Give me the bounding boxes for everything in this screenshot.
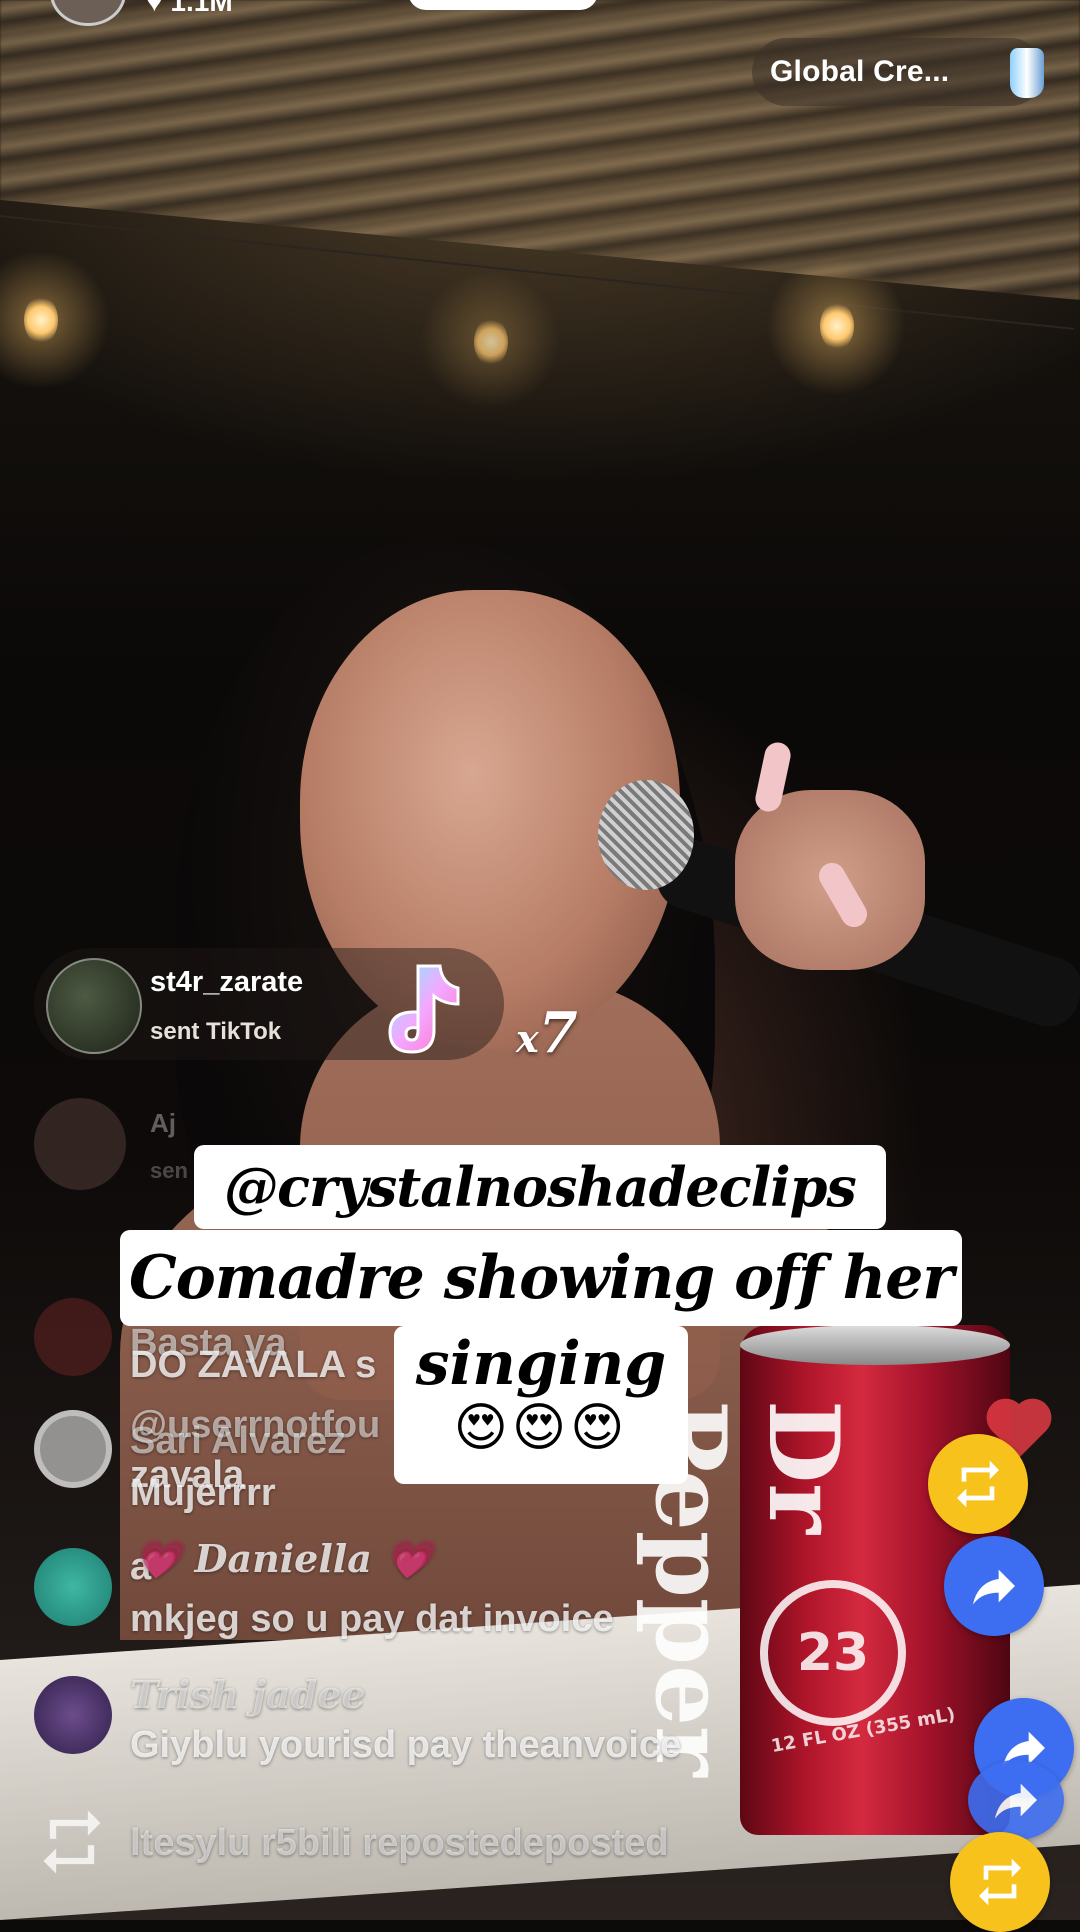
share-arrow-icon bbox=[973, 1569, 1015, 1605]
repost-icon bbox=[43, 1810, 101, 1874]
heart-icon: ♥ bbox=[146, 0, 163, 17]
comment-text: Trish jadee bbox=[130, 1672, 366, 1717]
microphone-head bbox=[598, 780, 694, 890]
ranking-label: Global Cre... bbox=[770, 55, 950, 88]
top-pill[interactable] bbox=[408, 0, 598, 10]
share-arrow-icon bbox=[995, 1783, 1037, 1819]
repost-icon bbox=[957, 1460, 999, 1508]
gift-count: x7 bbox=[516, 1000, 578, 1066]
caption-emojis: 😍😍😍 bbox=[453, 1398, 629, 1458]
comment-text: Giyblu yourisd pay theanvoice bbox=[130, 1724, 682, 1766]
string-light-bulb bbox=[474, 318, 508, 366]
gift-action-text: sent TikTok bbox=[150, 1018, 282, 1045]
previous-gift-sender: Aj bbox=[150, 1108, 176, 1138]
ranking-pill[interactable]: Global Cre... bbox=[752, 38, 1044, 106]
previous-gift-avatar bbox=[34, 1098, 126, 1190]
comment-avatar[interactable] bbox=[34, 1548, 112, 1626]
soda-can-top bbox=[740, 1325, 1010, 1365]
comment-text: DO ZAVALA s bbox=[130, 1344, 377, 1386]
share-button[interactable] bbox=[968, 1760, 1064, 1840]
caption-handle: @crystalnoshadeclips bbox=[194, 1145, 886, 1229]
gift-sender-name[interactable]: st4r_zarate bbox=[150, 966, 303, 999]
string-light-bulb bbox=[820, 302, 854, 350]
repost-button[interactable] bbox=[950, 1832, 1050, 1932]
caption-line-block: singing 😍😍😍 bbox=[394, 1326, 688, 1484]
repost-icon bbox=[979, 1858, 1021, 1906]
trophy-icon bbox=[1010, 48, 1044, 98]
gift-sender-avatar[interactable] bbox=[46, 958, 142, 1054]
comment-text: 💗 Daniella 💗 bbox=[134, 1536, 433, 1581]
like-count-value: 1.1M bbox=[170, 0, 233, 17]
tiktok-music-note-gift-icon bbox=[388, 964, 460, 1054]
caption-line: Comadre showing off her bbox=[120, 1230, 962, 1326]
comment-text: ltesylu r5bili repostedeposted bbox=[130, 1822, 669, 1864]
like-count: ♥ 1.1M bbox=[146, 0, 233, 18]
can-badge: 23 bbox=[760, 1580, 906, 1726]
comment-avatar[interactable] bbox=[34, 1676, 112, 1754]
comment-avatar[interactable] bbox=[34, 1410, 112, 1488]
share-button[interactable] bbox=[944, 1536, 1044, 1636]
comment-text: mkjeg so u pay dat invoice bbox=[130, 1598, 614, 1640]
comment-avatar[interactable] bbox=[34, 1298, 112, 1376]
gift-count-prefix: x bbox=[516, 1016, 539, 1061]
gift-count-value: 7 bbox=[538, 1000, 578, 1066]
comment-text: Mujerrrr bbox=[130, 1472, 276, 1514]
previous-gift-action: sen bbox=[150, 1158, 188, 1183]
repost-button[interactable] bbox=[928, 1434, 1028, 1534]
string-light-bulb bbox=[24, 296, 58, 344]
caption-line: singing bbox=[415, 1329, 667, 1399]
